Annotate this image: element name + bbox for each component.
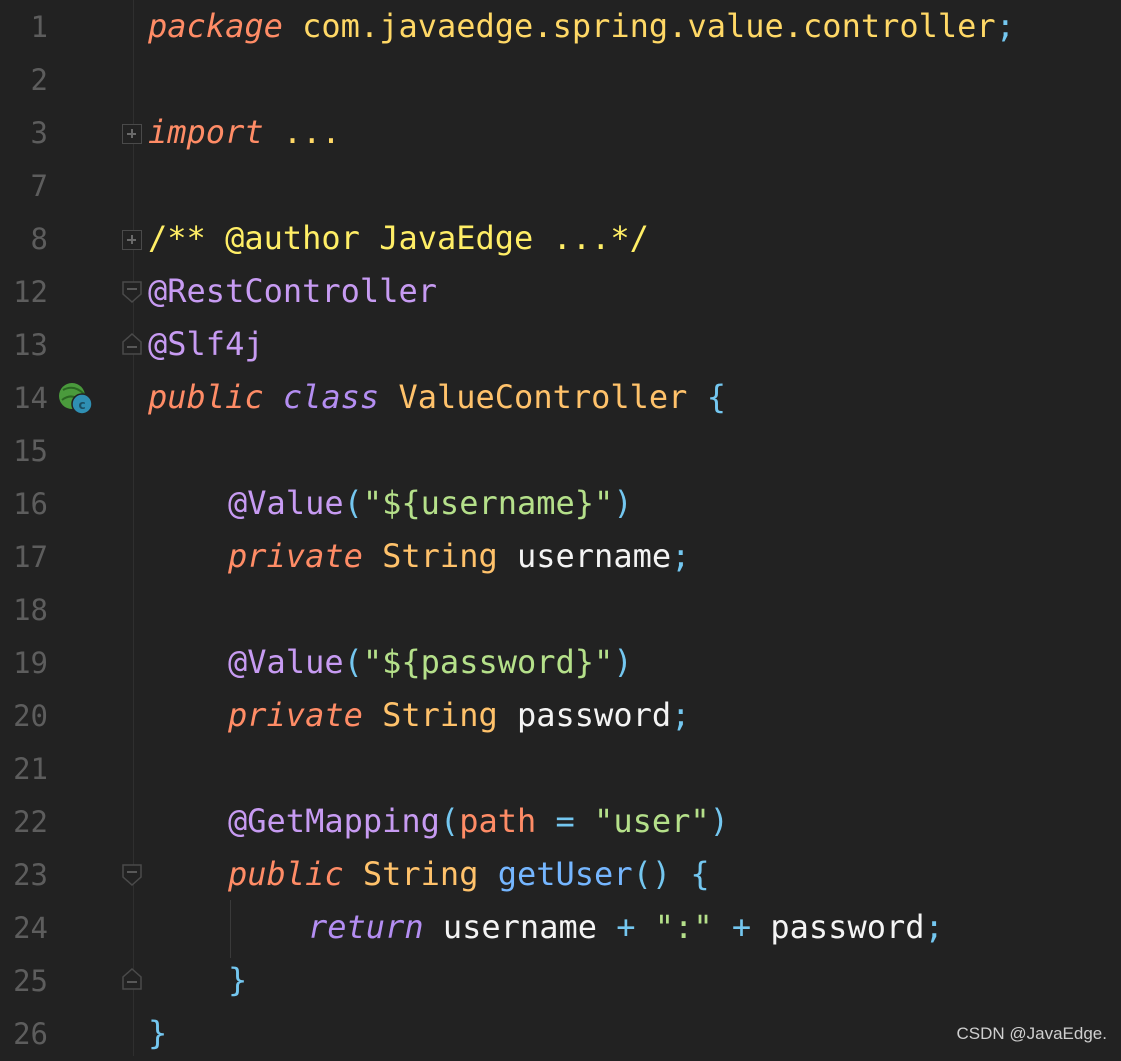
line-number: 14 <box>13 381 48 415</box>
fold-expand-icon[interactable] <box>122 230 142 250</box>
code-line-26[interactable]: } <box>148 1007 167 1060</box>
line-number: 12 <box>13 275 48 309</box>
line-number: 24 <box>13 911 48 945</box>
annotation-slf4j: @Slf4j <box>148 325 264 363</box>
type-string: String <box>362 855 479 893</box>
line-number: 7 <box>30 169 48 203</box>
line-number: 20 <box>13 699 48 733</box>
line-number: 26 <box>13 1017 48 1051</box>
annotation-value: @Value <box>228 484 344 522</box>
keyword-public: public <box>148 378 264 416</box>
fold-expand-icon[interactable] <box>122 124 142 144</box>
line-number: 8 <box>30 222 48 256</box>
code-line-16[interactable]: @Value("${username}") <box>228 477 633 530</box>
code-line-22[interactable]: @GetMapping(path = "user") <box>228 795 729 848</box>
fold-end-icon[interactable] <box>122 968 142 990</box>
fold-end-icon[interactable] <box>122 333 142 355</box>
keyword-return: return <box>308 908 424 946</box>
package-name: com.javaedge.spring.value.controller <box>302 7 996 45</box>
close-brace: } <box>228 961 248 999</box>
code-line-17[interactable]: private String username; <box>228 530 690 583</box>
annotation-rest-controller: @RestController <box>148 272 437 310</box>
line-number: 17 <box>13 540 48 574</box>
keyword-private: private <box>228 537 363 575</box>
code-line-24[interactable]: return username + ":" + password; <box>308 901 944 954</box>
code-line-23[interactable]: public String getUser() { <box>228 848 710 901</box>
parens: () <box>632 855 672 893</box>
close-paren: ) <box>613 643 633 681</box>
keyword-package: package <box>148 7 283 45</box>
line-number: 19 <box>13 646 48 680</box>
string-literal: "${username}" <box>362 484 614 522</box>
open-paren: ( <box>343 643 363 681</box>
ident-password: password <box>770 908 925 946</box>
line-number: 21 <box>13 752 48 786</box>
line-number: 13 <box>13 328 48 362</box>
annotation-get-mapping: @GetMapping <box>228 802 440 840</box>
keyword-import: import <box>148 113 264 151</box>
field-password: password <box>516 696 672 734</box>
string-literal: "user" <box>594 802 710 840</box>
plus-operator: + <box>616 908 636 946</box>
open-brace: { <box>706 378 726 416</box>
semicolon: ; <box>995 7 1015 45</box>
code-line-3[interactable]: import ... <box>148 106 341 159</box>
class-name: ValueController <box>398 378 688 416</box>
param-path: path <box>459 802 537 840</box>
line-number: 22 <box>13 805 48 839</box>
keyword-public: public <box>228 855 344 893</box>
field-username: username <box>516 537 672 575</box>
collapsed-imports[interactable]: ... <box>283 113 341 151</box>
method-get-user: getUser <box>497 855 633 893</box>
gutter-separator <box>133 0 134 1056</box>
semicolon: ; <box>671 537 691 575</box>
line-number: 23 <box>13 858 48 892</box>
semicolon: ; <box>671 696 691 734</box>
line-number: 1 <box>30 10 48 44</box>
open-brace: { <box>690 855 710 893</box>
ident-username: username <box>442 908 597 946</box>
code-line-8[interactable]: /** @author JavaEdge ...*/ <box>148 212 649 265</box>
code-line-20[interactable]: private String password; <box>228 689 690 742</box>
code-line-13[interactable]: @Slf4j <box>148 318 264 371</box>
close-paren: ) <box>613 484 633 522</box>
open-paren: ( <box>439 802 460 840</box>
collapsed-doc-comment[interactable]: /** @author JavaEdge ...*/ <box>148 219 649 257</box>
annotation-value: @Value <box>228 643 344 681</box>
indent-guide <box>230 900 231 958</box>
code-line-12[interactable]: @RestController <box>148 265 437 318</box>
type-string: String <box>382 537 498 575</box>
watermark: CSDN @JavaEdge. <box>956 1024 1108 1043</box>
close-brace: } <box>148 1014 168 1052</box>
svg-text:c: c <box>78 398 85 412</box>
string-literal: "${password}" <box>362 643 614 681</box>
fold-collapse-icon[interactable] <box>122 864 142 886</box>
line-number: 3 <box>30 116 48 150</box>
plus-operator: + <box>731 908 752 946</box>
line-number: 18 <box>13 593 48 627</box>
code-line-19[interactable]: @Value("${password}") <box>228 636 633 689</box>
line-number: 25 <box>13 964 48 998</box>
keyword-private: private <box>228 696 363 734</box>
fold-collapse-icon[interactable] <box>122 281 142 303</box>
string-literal: ":" <box>654 908 713 946</box>
close-paren: ) <box>709 802 729 840</box>
line-number: 2 <box>30 63 48 97</box>
equals-operator: = <box>555 802 575 840</box>
code-line-14[interactable]: public class ValueController { <box>148 371 726 424</box>
line-number: 15 <box>13 434 48 468</box>
code-line-1[interactable]: package com.javaedge.spring.value.contro… <box>148 0 1015 53</box>
semicolon: ; <box>924 908 944 946</box>
keyword-class: class <box>282 378 380 416</box>
code-line-25[interactable]: } <box>228 954 247 1007</box>
code-editor[interactable]: 1 2 3 7 8 12 13 14 15 16 17 18 19 20 21 … <box>0 0 1121 1056</box>
spring-bean-class-icon[interactable]: c <box>58 380 94 416</box>
open-paren: ( <box>343 484 363 522</box>
line-number: 16 <box>13 487 48 521</box>
type-string: String <box>382 696 498 734</box>
